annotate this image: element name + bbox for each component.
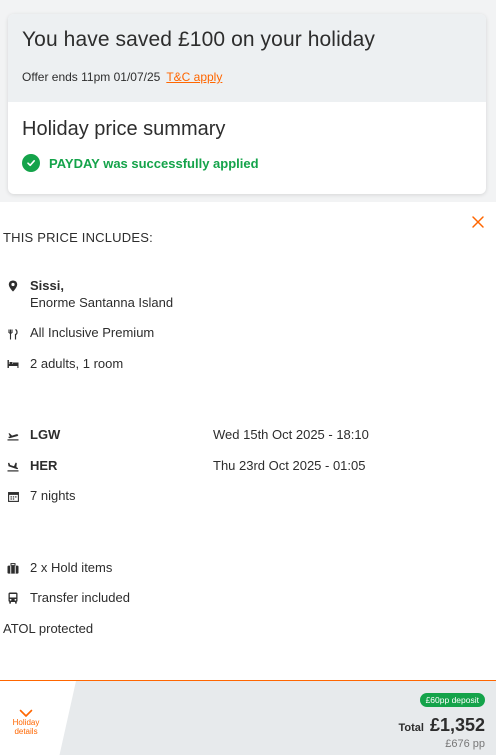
- location-name: Sissi,: [30, 278, 64, 293]
- location-pin-icon: [6, 279, 20, 293]
- nights-text: 7 nights: [30, 488, 76, 503]
- includes-title: THIS PRICE INCLUDES:: [3, 230, 153, 245]
- bed-icon: [6, 357, 20, 371]
- savings-title: You have saved £100 on your holiday: [22, 28, 375, 51]
- plane-takeoff-icon: [6, 428, 20, 442]
- holiday-details-button[interactable]: Holiday details: [0, 681, 76, 755]
- cutlery-icon: [6, 327, 20, 341]
- occupancy-text: 2 adults, 1 room: [30, 356, 124, 371]
- bus-icon: [6, 591, 20, 605]
- outbound-airport-code: LGW: [30, 427, 61, 442]
- price-footer-bar: Holiday details £60pp deposit Total £1,3…: [0, 680, 496, 755]
- price-summary-card: You have saved £100 on your holiday Offe…: [8, 14, 486, 194]
- board-text: All Inclusive Premium: [30, 325, 155, 340]
- return-time: Thu 23rd Oct 2025 - 01:05: [213, 458, 366, 473]
- offer-row: Offer ends 11pm 01/07/25 T&C apply: [22, 70, 472, 84]
- return-airport: HER: [30, 458, 57, 473]
- deposit-badge: £60pp deposit: [419, 693, 485, 707]
- outbound-airport: LGW: [30, 427, 60, 442]
- total-price: £1,352: [429, 715, 485, 735]
- close-icon[interactable]: [470, 214, 486, 230]
- location-line1: Sissi,: [30, 278, 64, 293]
- location-line2: Enorme Santanna Island: [30, 295, 174, 310]
- holiday-details-label: Holiday details: [12, 718, 40, 736]
- tc-link[interactable]: T&C apply: [166, 70, 222, 84]
- total-label: Total: [398, 722, 424, 734]
- return-airport-code: HER: [30, 458, 58, 473]
- hold-items-text: 2 x Hold items: [30, 560, 113, 575]
- check-icon: [22, 154, 40, 172]
- total-row: Total £1,352: [398, 715, 485, 736]
- transfer-text: Transfer included: [30, 590, 130, 605]
- luggage-icon: [6, 561, 20, 575]
- promo-applied-message: PAYDAY was successfully applied: [22, 154, 486, 172]
- calendar-icon: [6, 489, 20, 503]
- savings-banner: You have saved £100 on your holiday Offe…: [8, 14, 486, 102]
- outbound-time: Wed 15th Oct 2025 - 18:10: [213, 427, 369, 442]
- summary-title: Holiday price summary: [22, 118, 226, 140]
- per-person-price: £676 pp: [445, 738, 485, 750]
- plane-landing-icon: [6, 459, 20, 473]
- promo-applied-text: PAYDAY was successfully applied: [49, 155, 259, 171]
- price-includes-panel: THIS PRICE INCLUDES: Sissi, Enorme Santa…: [0, 202, 496, 755]
- atol-text: ATOL protected: [3, 621, 94, 636]
- offer-text: Offer ends 11pm 01/07/25: [22, 70, 161, 84]
